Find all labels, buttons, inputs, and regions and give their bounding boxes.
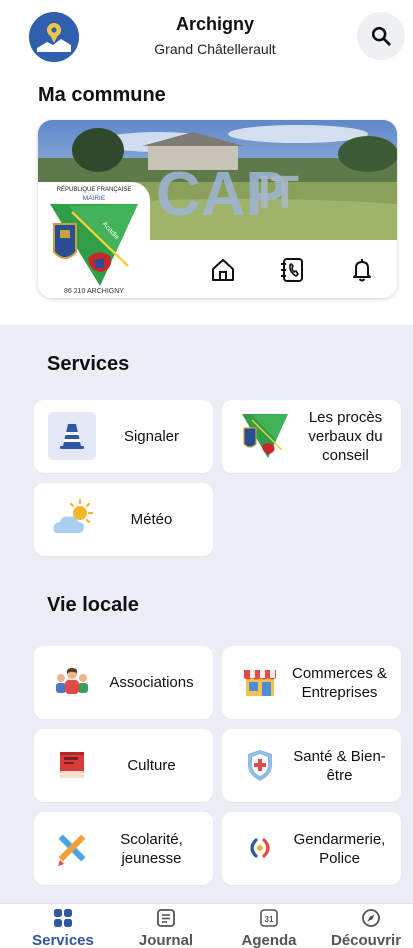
tile-culture[interactable]: Culture xyxy=(34,729,213,802)
tile-label: Scolarité, jeunesse xyxy=(120,830,183,867)
tile-label: Les procès verbaux du conseil xyxy=(308,409,383,464)
nav-label: Découvrir xyxy=(331,932,402,948)
header: Archigny Grand Châtellerault xyxy=(0,0,413,78)
tile-signaler[interactable]: Signaler xyxy=(34,400,213,473)
nav-label: Agenda xyxy=(241,932,297,948)
newspaper-icon xyxy=(157,909,175,927)
map-pin-logo-icon[interactable] xyxy=(29,12,79,62)
phone-book-icon xyxy=(281,258,304,282)
search-icon xyxy=(371,26,391,46)
crest-code-text: 86 210 ARCHIGNY xyxy=(64,288,124,295)
tile-meteo[interactable]: Météo xyxy=(34,483,213,556)
contact-button[interactable] xyxy=(274,252,310,288)
calendar-day: 31 xyxy=(265,915,274,924)
search-button[interactable] xyxy=(357,12,405,60)
vie-locale-section-title: Vie locale xyxy=(47,594,139,616)
shop-icon xyxy=(236,658,284,706)
weather-sun-cloud-icon xyxy=(48,495,96,543)
tile-label: Commerces & Entreprises xyxy=(291,664,388,701)
crest-republic-text: RÉPUBLIQUE FRANÇAISE xyxy=(57,186,132,193)
nav-tab-decouvrir[interactable]: Découvrir xyxy=(316,904,413,948)
tile-scolarite[interactable]: Scolarité, jeunesse xyxy=(34,812,213,885)
content-area: Services Signaler Les procès verbaux du … xyxy=(0,325,413,903)
commune-card[interactable]: CAP IT RÉPUBLIQUE FRANÇAISE MAIRIE Acadi… xyxy=(38,120,397,298)
tile-label: Gendarmerie, Police xyxy=(293,830,386,867)
home-icon xyxy=(211,259,234,281)
mairie-crest: RÉPUBLIQUE FRANÇAISE MAIRIE Acadie 86 21… xyxy=(38,182,150,298)
compass-icon xyxy=(362,909,380,927)
mairie-crest-icon xyxy=(234,406,294,468)
tile-label: Météo xyxy=(130,511,173,528)
health-shield-icon xyxy=(236,741,284,789)
tile-label: Santé & Bien-être xyxy=(293,747,386,784)
tile-label: Signaler xyxy=(123,428,180,445)
tile-associations[interactable]: Associations xyxy=(34,646,213,719)
crest-mairie-text: MAIRIE xyxy=(83,195,106,202)
bell-icon xyxy=(353,259,372,282)
tile-commerces[interactable]: Commerces & Entreprises xyxy=(222,646,401,719)
nav-tab-journal[interactable]: Journal xyxy=(111,904,221,948)
traffic-cone-icon xyxy=(48,412,96,460)
tile-label: Culture xyxy=(127,757,176,774)
commune-section-title: Ma commune xyxy=(38,84,166,106)
nav-label: Journal xyxy=(138,932,194,948)
tile-sante[interactable]: Santé & Bien-être xyxy=(222,729,401,802)
nav-tab-agenda[interactable]: 31 Agenda xyxy=(214,904,324,948)
calendar-icon: 31 xyxy=(260,909,278,927)
tile-proces-verbaux[interactable]: Les procès verbaux du conseil xyxy=(222,400,401,473)
services-section-title: Services xyxy=(47,353,130,375)
bottom-navigation: Services Journal 31 Agenda Découvrir xyxy=(0,903,413,948)
police-siren-icon xyxy=(236,824,284,872)
notifications-button[interactable] xyxy=(344,252,380,288)
pencil-ruler-icon xyxy=(48,824,96,872)
tile-label: Associations xyxy=(109,674,194,691)
svg-text:IT: IT xyxy=(258,166,299,218)
commune-quick-actions xyxy=(188,250,397,290)
grid-icon xyxy=(54,909,72,927)
home-button[interactable] xyxy=(205,252,241,288)
nav-tab-services[interactable]: Services xyxy=(8,904,118,948)
nav-label: Services xyxy=(32,932,94,948)
people-group-icon xyxy=(48,658,96,706)
town-name: Archigny xyxy=(175,14,254,34)
town-subtitle: Grand Châtellerault xyxy=(154,41,276,57)
tile-gendarmerie[interactable]: Gendarmerie, Police xyxy=(222,812,401,885)
book-icon xyxy=(48,741,96,789)
